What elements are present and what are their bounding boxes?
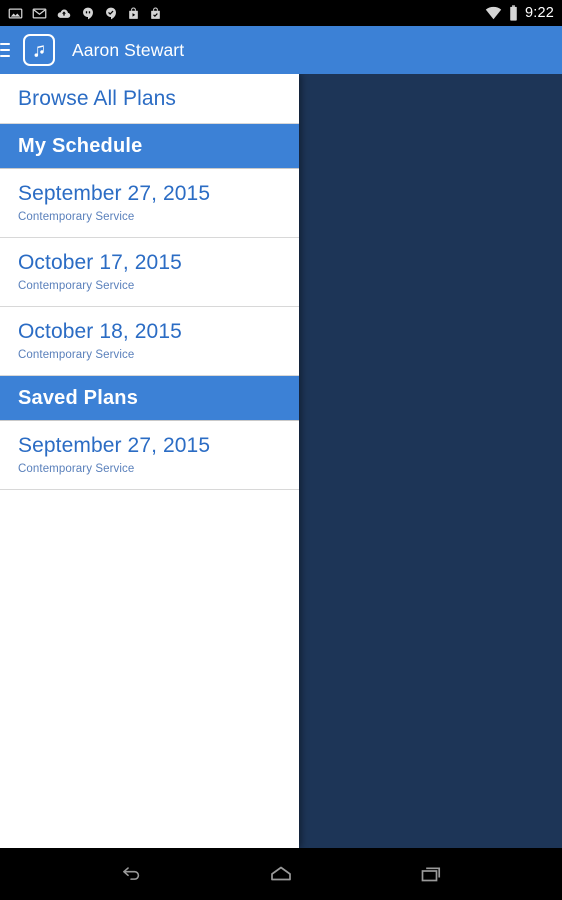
plan-service-type: Contemporary Service <box>18 463 135 475</box>
device-screen: nter c Stand Browse All Plans My Schedul… <box>0 0 562 900</box>
drawer-section-header-my-schedule: My Schedule <box>0 124 299 169</box>
check-circle-icon <box>106 7 116 19</box>
plan-service-type: Contemporary Service <box>18 211 135 223</box>
system-status-bar: 9:22 <box>0 0 562 26</box>
photo-icon <box>8 8 23 18</box>
status-bar-notification-icons <box>8 6 485 21</box>
app-bar-title: Aaron Stewart <box>72 39 185 60</box>
plan-date: October 17, 2015 <box>18 251 182 274</box>
drawer-section-title: My Schedule <box>18 134 143 157</box>
app-bar: Aaron Stewart <box>0 26 562 74</box>
hamburger-menu-icon[interactable] <box>0 41 10 59</box>
wifi-icon <box>485 6 502 20</box>
recents-icon <box>421 867 441 882</box>
drawer-item-browse-all-plans[interactable]: Browse All Plans <box>0 74 299 124</box>
status-bar-system-icons: 9:22 <box>485 0 554 26</box>
check-bag-icon <box>151 6 160 19</box>
plan-date: September 27, 2015 <box>18 434 211 457</box>
cloud-upload-icon <box>57 9 71 18</box>
home-button[interactable] <box>206 848 356 900</box>
drawer-section-title: Saved Plans <box>18 386 139 409</box>
battery-icon <box>510 5 517 21</box>
plan-service-type: Contemporary Service <box>18 349 135 361</box>
plan-date: September 27, 2015 <box>18 182 211 205</box>
play-store-icon <box>129 6 138 19</box>
back-button[interactable] <box>56 848 206 900</box>
list-item[interactable]: October 18, 2015 Contemporary Service <box>0 307 299 376</box>
list-item[interactable]: October 17, 2015 Contemporary Service <box>0 238 299 307</box>
gmail-icon <box>32 8 47 18</box>
drawer-section-header-saved-plans: Saved Plans <box>0 376 299 421</box>
list-item[interactable]: September 27, 2015 Contemporary Service <box>0 421 299 490</box>
recents-button[interactable] <box>356 848 506 900</box>
music-note-icon <box>23 34 55 66</box>
navigation-drawer[interactable]: Browse All Plans My Schedule September 2… <box>0 74 299 848</box>
plan-service-type: Contemporary Service <box>18 280 135 292</box>
hangouts-icon <box>83 7 93 19</box>
status-bar-clock: 9:22 <box>524 5 554 21</box>
back-icon <box>123 867 140 880</box>
home-icon <box>271 866 291 881</box>
plan-date: October 18, 2015 <box>18 320 182 343</box>
list-item[interactable]: September 27, 2015 Contemporary Service <box>0 169 299 238</box>
system-navigation-bar <box>0 848 562 900</box>
drawer-item-browse-all-plans-label: Browse All Plans <box>18 86 177 110</box>
